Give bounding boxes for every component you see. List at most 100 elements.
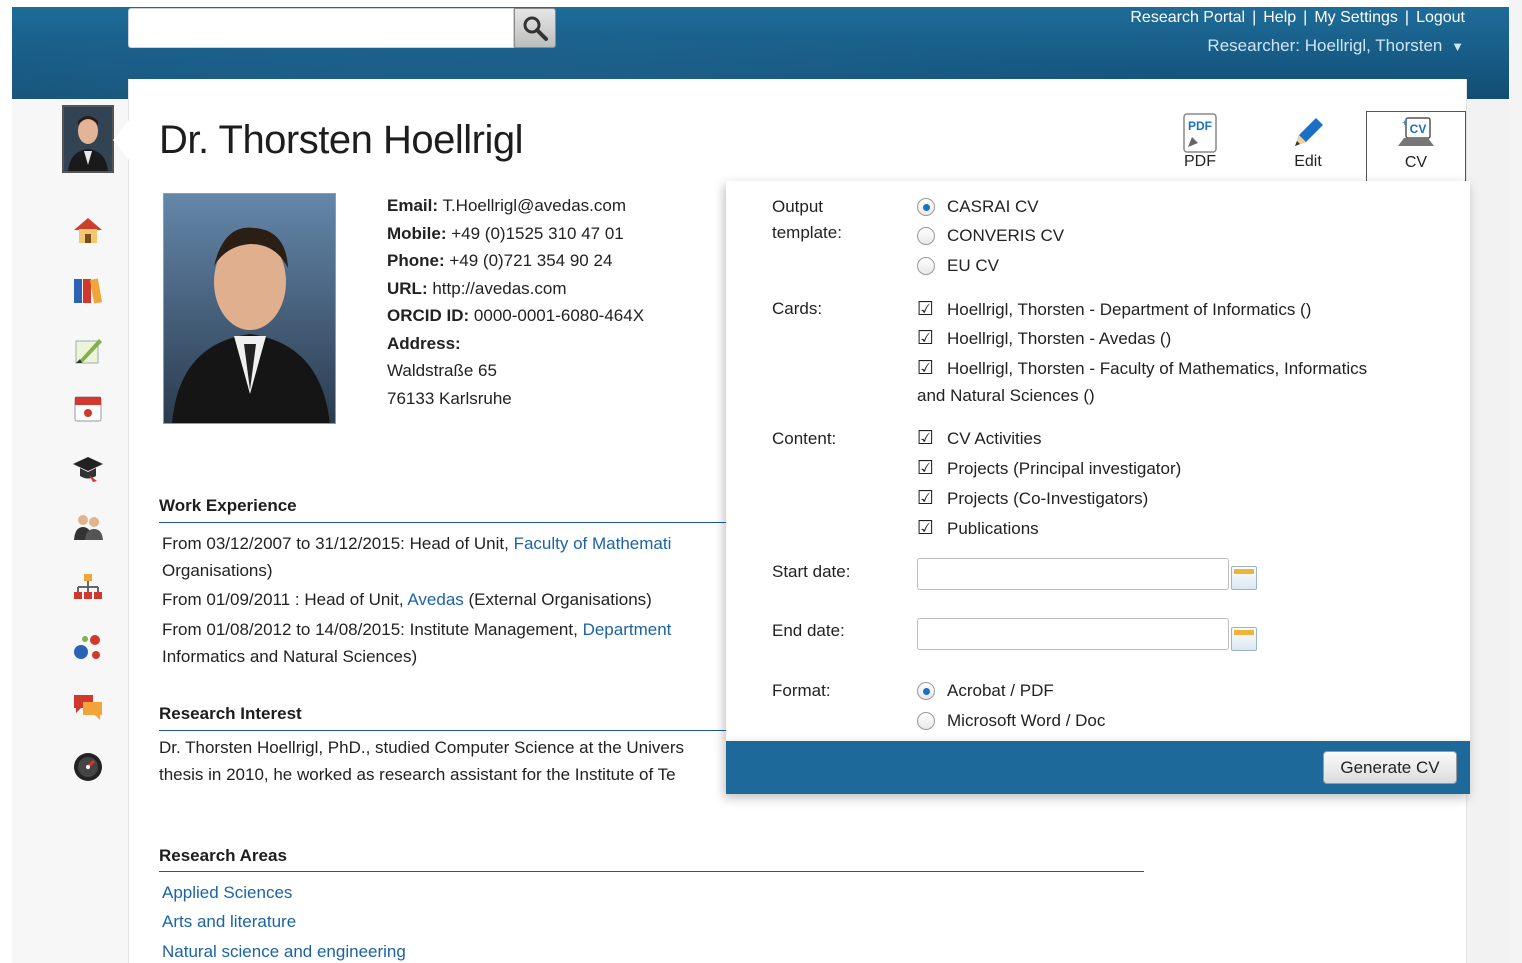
document-pen-icon[interactable] (68, 330, 108, 370)
home-icon[interactable] (68, 210, 108, 250)
phone-label: Phone: (387, 251, 445, 270)
research-interest-text: thesis in 2010, he worked as research as… (159, 765, 676, 784)
research-interest-title: Research Interest (159, 704, 302, 723)
chevron-down-icon: ▼ (1451, 39, 1464, 54)
svg-text:CV: CV (1410, 122, 1427, 136)
calendar-icon[interactable] (68, 388, 108, 428)
avedas-link[interactable]: Avedas (407, 590, 463, 609)
faculty-link[interactable]: Faculty of Mathemati (514, 534, 672, 553)
pdf-button[interactable]: PDF PDF (1150, 111, 1250, 181)
radio-button[interactable] (917, 198, 935, 216)
radio-button[interactable] (917, 257, 935, 275)
avatar[interactable] (62, 105, 114, 173)
work-line: Informatics and Natural Sciences) (162, 647, 418, 666)
content-option[interactable]: ☑ Publications (917, 519, 1039, 539)
edit-button[interactable]: Edit (1258, 111, 1358, 181)
end-date-input[interactable] (917, 618, 1229, 650)
content-option[interactable]: ☑ Projects (Co-Investigators) (917, 489, 1148, 509)
card-option[interactable]: ☑ Hoellrigl, Thorsten - Faculty of Mathem… (917, 359, 1367, 379)
checkbox[interactable]: ☑ (917, 429, 935, 448)
output-template-label: Output template: (772, 197, 842, 242)
avatar-pointer (113, 120, 129, 160)
template-option-casrai[interactable]: CASRAI CV (917, 197, 1039, 217)
edit-label: Edit (1294, 153, 1322, 170)
logout-link[interactable]: Logout (1416, 9, 1465, 26)
pdf-icon: PDF (1183, 113, 1217, 153)
pdf-label: PDF (1184, 153, 1216, 170)
books-icon[interactable] (68, 270, 108, 310)
work-line: From 03/12/2007 to 31/12/2015: Head of U… (162, 534, 672, 553)
work-line: From 01/09/2011 : Head of Unit, Avedas (… (162, 590, 652, 609)
format-label: Format: (772, 681, 831, 700)
address-line: 76133 Karlsruhe (387, 388, 512, 408)
cv-button[interactable]: CV + CV (1366, 111, 1466, 181)
checkbox[interactable]: ☑ (917, 519, 935, 538)
graduation-cap-icon[interactable] (68, 448, 108, 488)
research-area-link[interactable]: Applied Sciences (162, 883, 292, 903)
divider (159, 871, 1144, 872)
research-interest-text: Dr. Thorsten Hoellrigl, PhD., studied Co… (159, 738, 685, 757)
mobile-label: Mobile: (387, 223, 447, 243)
orcid-label: ORCID ID: (387, 306, 470, 325)
content-option[interactable]: ☑ Projects (Principal investigator) (917, 459, 1181, 479)
cv-label: CV (1404, 154, 1428, 171)
format-option-pdf[interactable]: Acrobat / PDF (917, 681, 1054, 701)
address-line: Waldstraße 65 (387, 361, 497, 380)
chat-bubbles-icon[interactable] (68, 687, 108, 727)
cards-label: Cards: (772, 299, 823, 318)
radio-button[interactable] (917, 227, 935, 245)
org-chart-icon[interactable] (68, 567, 108, 607)
people-icon[interactable] (68, 507, 108, 547)
start-date-label: Start date: (772, 562, 851, 581)
email-label: Email: (387, 196, 439, 215)
email-value: T.Hoellrigl@avedas.com (442, 196, 626, 215)
research-area-link[interactable]: Arts and literature (162, 912, 296, 932)
card-option[interactable]: ☑ Hoellrigl, Thorsten - Department of Inf… (917, 300, 1311, 320)
my-settings-link[interactable]: My Settings (1314, 9, 1398, 26)
radio-button[interactable] (917, 712, 935, 730)
profile-photo (163, 193, 336, 424)
researcher-switcher[interactable]: Researcher: Hoellrigl, Thorsten ▼ (1207, 36, 1464, 56)
search-button[interactable] (514, 8, 556, 48)
cv-icon: CV + (1398, 117, 1434, 146)
checkbox[interactable]: ☑ (917, 459, 935, 478)
work-experience-title: Work Experience (159, 496, 297, 515)
research-portal-link[interactable]: Research Portal (1130, 9, 1245, 26)
checkbox[interactable]: ☑ (917, 329, 935, 348)
checkbox[interactable]: ☑ (917, 489, 935, 508)
researcher-name: Researcher: Hoellrigl, Thorsten (1207, 36, 1443, 55)
dashboard-gauge-icon[interactable] (68, 747, 108, 787)
pencil-icon (1295, 118, 1323, 146)
svg-text:PDF: PDF (1188, 119, 1212, 133)
card-option[interactable]: ☑ Hoellrigl, Thorsten - Avedas () (917, 329, 1171, 349)
department-link[interactable]: Department (583, 620, 672, 639)
content-label: Content: (772, 429, 837, 448)
template-option-eu[interactable]: EU CV (917, 256, 999, 276)
template-option-converis[interactable]: CONVERIS CV (917, 226, 1064, 246)
orcid-value: 0000-0001-6080-464X (473, 306, 645, 325)
mobile-value: +49 (0)1525 310 47 01 (451, 223, 624, 243)
work-line: Organisations) (162, 561, 273, 580)
url-value: http://avedas.com (432, 278, 567, 298)
calendar-icon[interactable] (1231, 627, 1257, 651)
help-link[interactable]: Help (1263, 9, 1296, 26)
start-date-input[interactable] (917, 558, 1229, 590)
search-input[interactable] (128, 8, 514, 48)
calendar-icon[interactable] (1231, 566, 1257, 590)
address-label: Address: (387, 333, 461, 353)
divider (159, 730, 729, 731)
network-icon[interactable] (68, 627, 108, 667)
checkbox[interactable]: ☑ (917, 359, 935, 378)
divider (159, 522, 729, 523)
work-line: From 01/08/2012 to 14/08/2015: Institute… (162, 620, 672, 639)
radio-button[interactable] (917, 682, 935, 700)
format-option-word[interactable]: Microsoft Word / Doc (917, 711, 1105, 731)
page-title: Dr. Thorsten Hoellrigl (159, 118, 523, 162)
end-date-label: End date: (772, 621, 845, 640)
research-area-link[interactable]: Natural science and engineering (162, 942, 406, 962)
content-option[interactable]: ☑ CV Activities (917, 429, 1041, 449)
checkbox[interactable]: ☑ (917, 300, 935, 319)
card-option-wrap: and Natural Sciences () (917, 386, 1095, 405)
contact-info: Email: T.Hoellrigl@avedas.com Mobile: +4… (387, 192, 644, 412)
generate-cv-button[interactable]: Generate CV (1323, 751, 1457, 784)
